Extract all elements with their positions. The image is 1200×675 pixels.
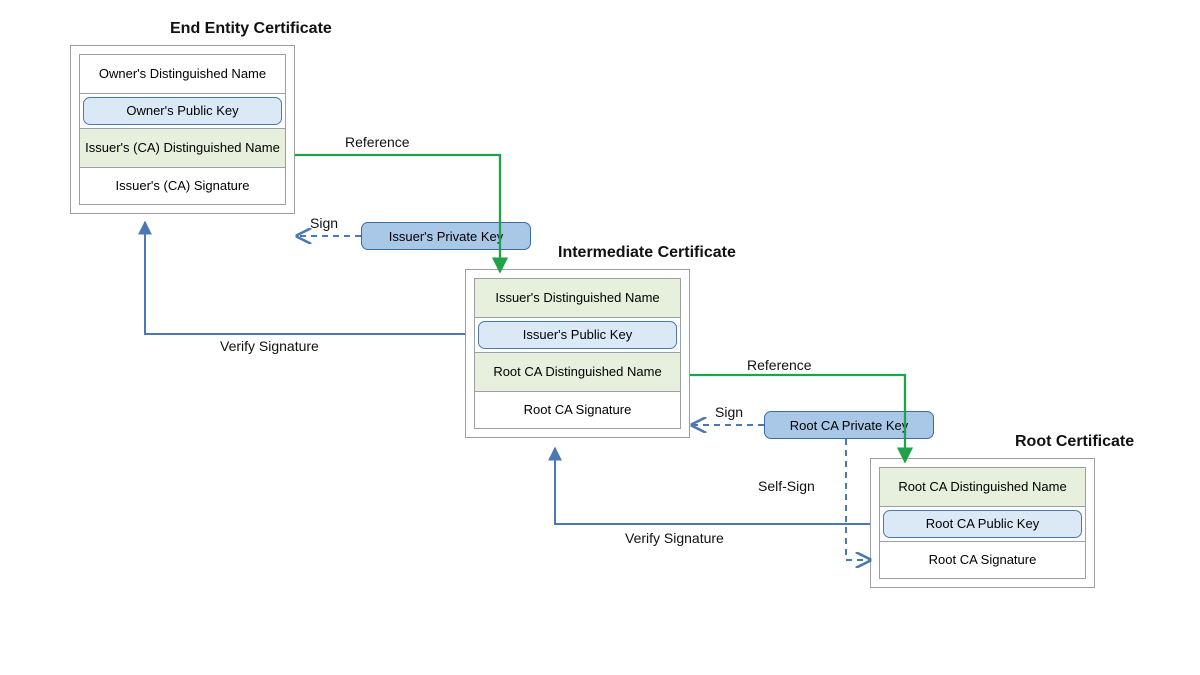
issuer-private-key: Issuer's Private Key [361, 222, 531, 250]
label-sign-2: Sign [715, 404, 743, 420]
root-dn: Root CA Distinguished Name [879, 467, 1086, 507]
label-verify-1: Verify Signature [220, 338, 319, 354]
int-root-signature: Root CA Signature [474, 391, 681, 429]
end-owner-key-wrap: Owner's Public Key [79, 93, 286, 129]
end-owner-public-key: Owner's Public Key [83, 97, 282, 125]
int-issuer-dn: Issuer's Distinguished Name [474, 278, 681, 318]
root-certificate: Root CA Distinguished Name Root CA Publi… [870, 458, 1095, 588]
title-intermediate: Intermediate Certificate [558, 244, 736, 262]
root-private-key: Root CA Private Key [764, 411, 934, 439]
int-issuer-public-key: Issuer's Public Key [478, 321, 677, 349]
int-issuer-key-wrap: Issuer's Public Key [474, 317, 681, 353]
label-reference-1: Reference [345, 134, 410, 150]
end-issuer-signature: Issuer's (CA) Signature [79, 167, 286, 205]
end-entity-certificate: Owner's Distinguished Name Owner's Publi… [70, 45, 295, 214]
label-selfsign: Self-Sign [758, 478, 815, 494]
root-public-key: Root CA Public Key [883, 510, 1082, 538]
int-root-dn: Root CA Distinguished Name [474, 352, 681, 392]
end-issuer-dn: Issuer's (CA) Distinguished Name [79, 128, 286, 168]
label-verify-2: Verify Signature [625, 530, 724, 546]
label-sign-1: Sign [310, 215, 338, 231]
end-owner-dn: Owner's Distinguished Name [79, 54, 286, 94]
title-end-entity: End Entity Certificate [170, 20, 332, 38]
title-root: Root Certificate [1015, 433, 1134, 451]
root-signature: Root CA Signature [879, 541, 1086, 579]
intermediate-certificate: Issuer's Distinguished Name Issuer's Pub… [465, 269, 690, 438]
label-reference-2: Reference [747, 357, 812, 373]
root-key-wrap: Root CA Public Key [879, 506, 1086, 542]
